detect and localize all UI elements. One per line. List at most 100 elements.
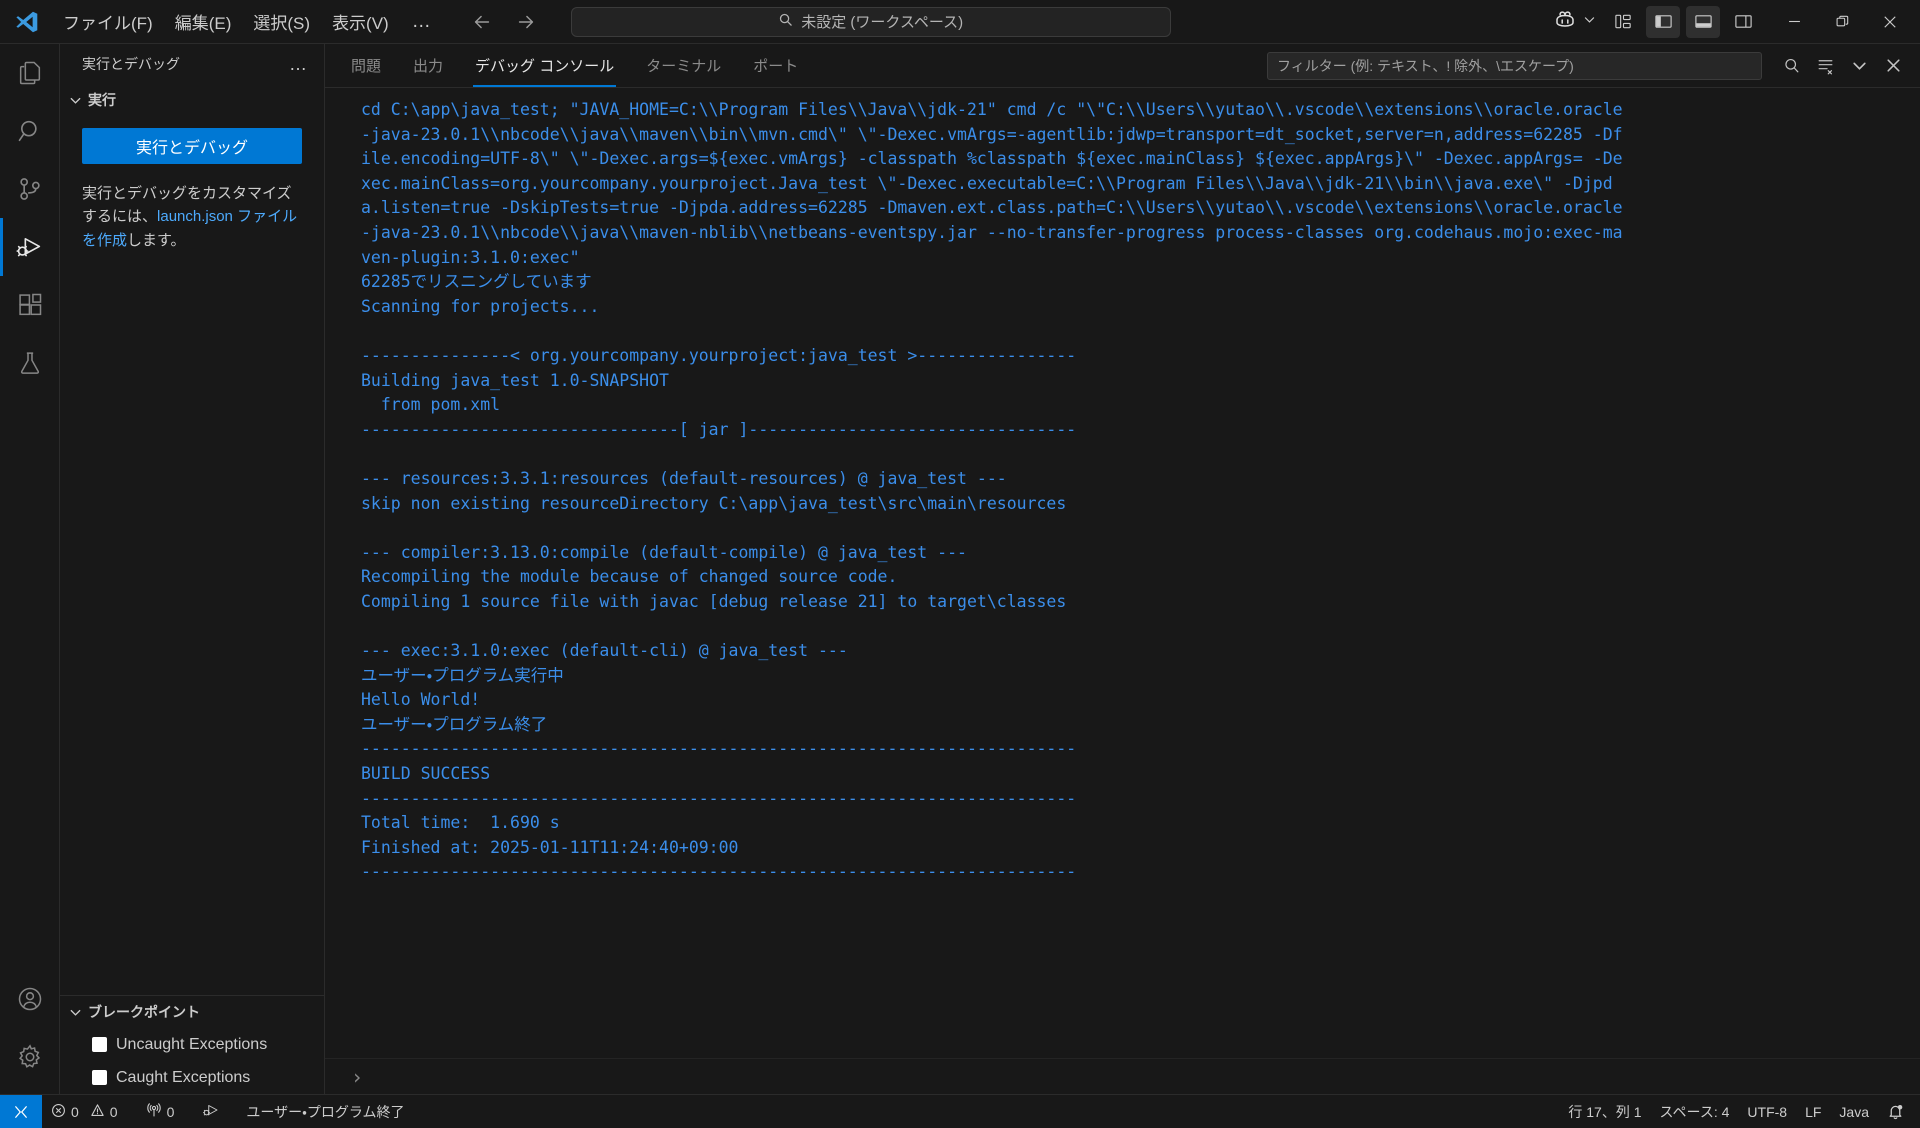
activity-manage[interactable] xyxy=(0,1028,60,1086)
toggle-panel-icon[interactable] xyxy=(1686,5,1720,38)
sidebar-more-actions-button[interactable]: … xyxy=(281,54,316,75)
panel: 問題 出力 デバッグ コンソール ターミナル ポート フィルター (例: テキス… xyxy=(325,44,1920,1094)
run-debug-icon xyxy=(202,1101,220,1122)
console-line: -java-23.0.1\\nbcode\\java\\maven\\bin\\… xyxy=(361,124,1623,144)
panel-close-icon[interactable] xyxy=(1878,51,1908,81)
status-indentation[interactable]: スペース: 4 xyxy=(1651,1095,1739,1128)
checkbox[interactable] xyxy=(92,1070,107,1085)
debug-console-output[interactable]: cd C:\app\java_test; "JAVA_HOME=C:\\Prog… xyxy=(325,88,1920,1058)
console-line: ile.encoding=UTF-8\" \"-Dexec.args=${exe… xyxy=(361,149,1623,169)
status-errors[interactable]: 0 xyxy=(42,1095,88,1128)
tab-terminal[interactable]: ターミナル xyxy=(630,44,737,87)
search-icon xyxy=(778,12,793,31)
panel-tab-bar: 問題 出力 デバッグ コンソール ターミナル ポート フィルター (例: テキス… xyxy=(325,44,1920,88)
activity-search[interactable] xyxy=(0,102,60,160)
menu-file[interactable]: ファイル(F) xyxy=(52,5,164,38)
title-bar: ファイル(F) 編集(E) 選択(S) 表示(V) … 未設定 (ワークスペース… xyxy=(0,0,1920,44)
copilot-menu[interactable] xyxy=(1543,7,1606,37)
console-line: ven-plugin:3.1.0:exec" xyxy=(361,247,580,267)
error-icon xyxy=(51,1103,66,1121)
breakpoint-label: Uncaught Exceptions xyxy=(116,1035,268,1053)
status-errors-count: 0 xyxy=(71,1103,79,1120)
status-line-col[interactable]: 行 17、列 1 xyxy=(1559,1095,1650,1128)
minimize-button[interactable] xyxy=(1770,0,1818,44)
chevron-down-icon xyxy=(66,1003,84,1021)
prompt-icon: › xyxy=(351,1064,364,1089)
console-line: Finished at: 2025-01-11T11:24:40+09:00 xyxy=(361,837,739,857)
console-line: --- resources:3.3.1:resources (default-r… xyxy=(361,468,1007,488)
window-controls xyxy=(1770,0,1914,44)
status-bar-right: 行 17、列 1 スペース: 4 UTF-8 LF Java xyxy=(1559,1095,1920,1128)
activity-run-debug[interactable] xyxy=(0,218,60,276)
customize-layout-icon[interactable] xyxy=(1606,6,1640,38)
radio-tower-icon xyxy=(146,1102,162,1121)
menu-edit[interactable]: 編集(E) xyxy=(164,5,243,38)
sidebar: 実行とデバッグ … 実行 実行とデバッグ 実行とデバッグをカスタマイズするには、… xyxy=(60,44,325,1094)
filter-search-icon[interactable] xyxy=(1776,51,1806,81)
run-and-debug-button[interactable]: 実行とデバッグ xyxy=(82,128,302,164)
remote-window-icon[interactable] xyxy=(0,1095,42,1128)
sidebar-title: 実行とデバッグ xyxy=(82,56,180,72)
sidebar-section-run-label: 実行 xyxy=(88,92,116,108)
breakpoints-header[interactable]: ブレークポイント xyxy=(60,996,324,1028)
tab-output[interactable]: 出力 xyxy=(397,44,459,87)
bell-dot-icon[interactable] xyxy=(1878,1095,1920,1128)
vscode-window: ファイル(F) 編集(E) 選択(S) 表示(V) … 未設定 (ワークスペース… xyxy=(0,0,1920,1128)
status-debug[interactable] xyxy=(193,1095,229,1128)
tab-problems[interactable]: 問題 xyxy=(335,44,397,87)
clear-console-icon[interactable] xyxy=(1810,51,1840,81)
status-language[interactable]: Java xyxy=(1830,1095,1878,1128)
tab-debug-console[interactable]: デバッグ コンソール xyxy=(459,44,630,87)
sidebar-description: 実行とデバッグをカスタマイズするには、launch.json ファイルを作成しま… xyxy=(82,182,302,252)
console-line: -java-23.0.1\\nbcode\\java\\maven-nblib\… xyxy=(361,222,1623,242)
status-warnings[interactable]: 0 xyxy=(88,1095,127,1128)
console-line: --- compiler:3.13.0:compile (default-com… xyxy=(361,542,967,562)
console-line: Total time: 1.690 s xyxy=(361,813,560,833)
console-line: 62285でリスニングしています xyxy=(361,272,592,292)
console-line: Scanning for projects... xyxy=(361,296,600,316)
console-line: xec.mainClass=org.yourcompany.yourprojec… xyxy=(361,173,1613,193)
checkbox[interactable] xyxy=(92,1037,107,1052)
menu-more-button[interactable]: … xyxy=(400,11,445,33)
activity-explorer[interactable] xyxy=(0,44,60,102)
breakpoints-section: ブレークポイント Uncaught Exceptions Caught Exce… xyxy=(60,995,324,1094)
activity-extensions[interactable] xyxy=(0,276,60,334)
navigation-buttons xyxy=(467,7,541,37)
activity-accounts[interactable] xyxy=(0,970,60,1028)
breakpoint-caught-exceptions[interactable]: Caught Exceptions xyxy=(60,1061,324,1094)
status-message[interactable]: ユーザー・プログラム終了 xyxy=(237,1095,413,1128)
restore-button[interactable] xyxy=(1818,0,1866,44)
toggle-primary-sidebar-icon[interactable] xyxy=(1646,5,1680,38)
layout-controls xyxy=(1606,5,1760,38)
activity-testing[interactable] xyxy=(0,334,60,392)
arrow-left-icon[interactable] xyxy=(467,7,497,37)
copilot-icon xyxy=(1553,7,1577,36)
status-eol[interactable]: LF xyxy=(1796,1095,1830,1128)
status-ports[interactable]: 0 xyxy=(137,1095,184,1128)
activity-source-control[interactable] xyxy=(0,160,60,218)
arrow-right-icon[interactable] xyxy=(511,7,541,37)
sidebar-section-run[interactable]: 実行 xyxy=(60,84,324,116)
filter-input-wrapper[interactable]: フィルター (例: テキスト、! 除外、\エスケープ) xyxy=(1267,51,1762,80)
panel-toolbar: フィルター (例: テキスト、! 除外、\エスケープ) xyxy=(1267,44,1920,87)
close-button[interactable] xyxy=(1866,0,1914,44)
breakpoint-uncaught-exceptions[interactable]: Uncaught Exceptions xyxy=(60,1028,324,1061)
warning-icon xyxy=(90,1103,105,1121)
menu-view[interactable]: 表示(V) xyxy=(321,5,400,38)
breakpoints-label: ブレークポイント xyxy=(88,1004,200,1020)
console-line: ----------------------------------------… xyxy=(361,739,1077,759)
breakpoint-label: Caught Exceptions xyxy=(116,1068,251,1086)
toggle-secondary-sidebar-icon[interactable] xyxy=(1726,6,1760,38)
command-center-value: 未設定 (ワークスペース) xyxy=(801,14,964,31)
panel-chevron-down-icon[interactable] xyxy=(1844,51,1874,81)
status-encoding[interactable]: UTF-8 xyxy=(1738,1095,1796,1128)
command-center[interactable]: 未設定 (ワークスペース) xyxy=(570,6,1171,37)
tab-ports[interactable]: ポート xyxy=(737,44,814,87)
menu-selection[interactable]: 選択(S) xyxy=(242,5,321,38)
console-line: ----------------------------------------… xyxy=(361,788,1077,808)
console-line: ---------------< org.yourcompany.yourpro… xyxy=(361,345,1077,365)
debug-console-input[interactable]: › xyxy=(325,1058,1920,1094)
